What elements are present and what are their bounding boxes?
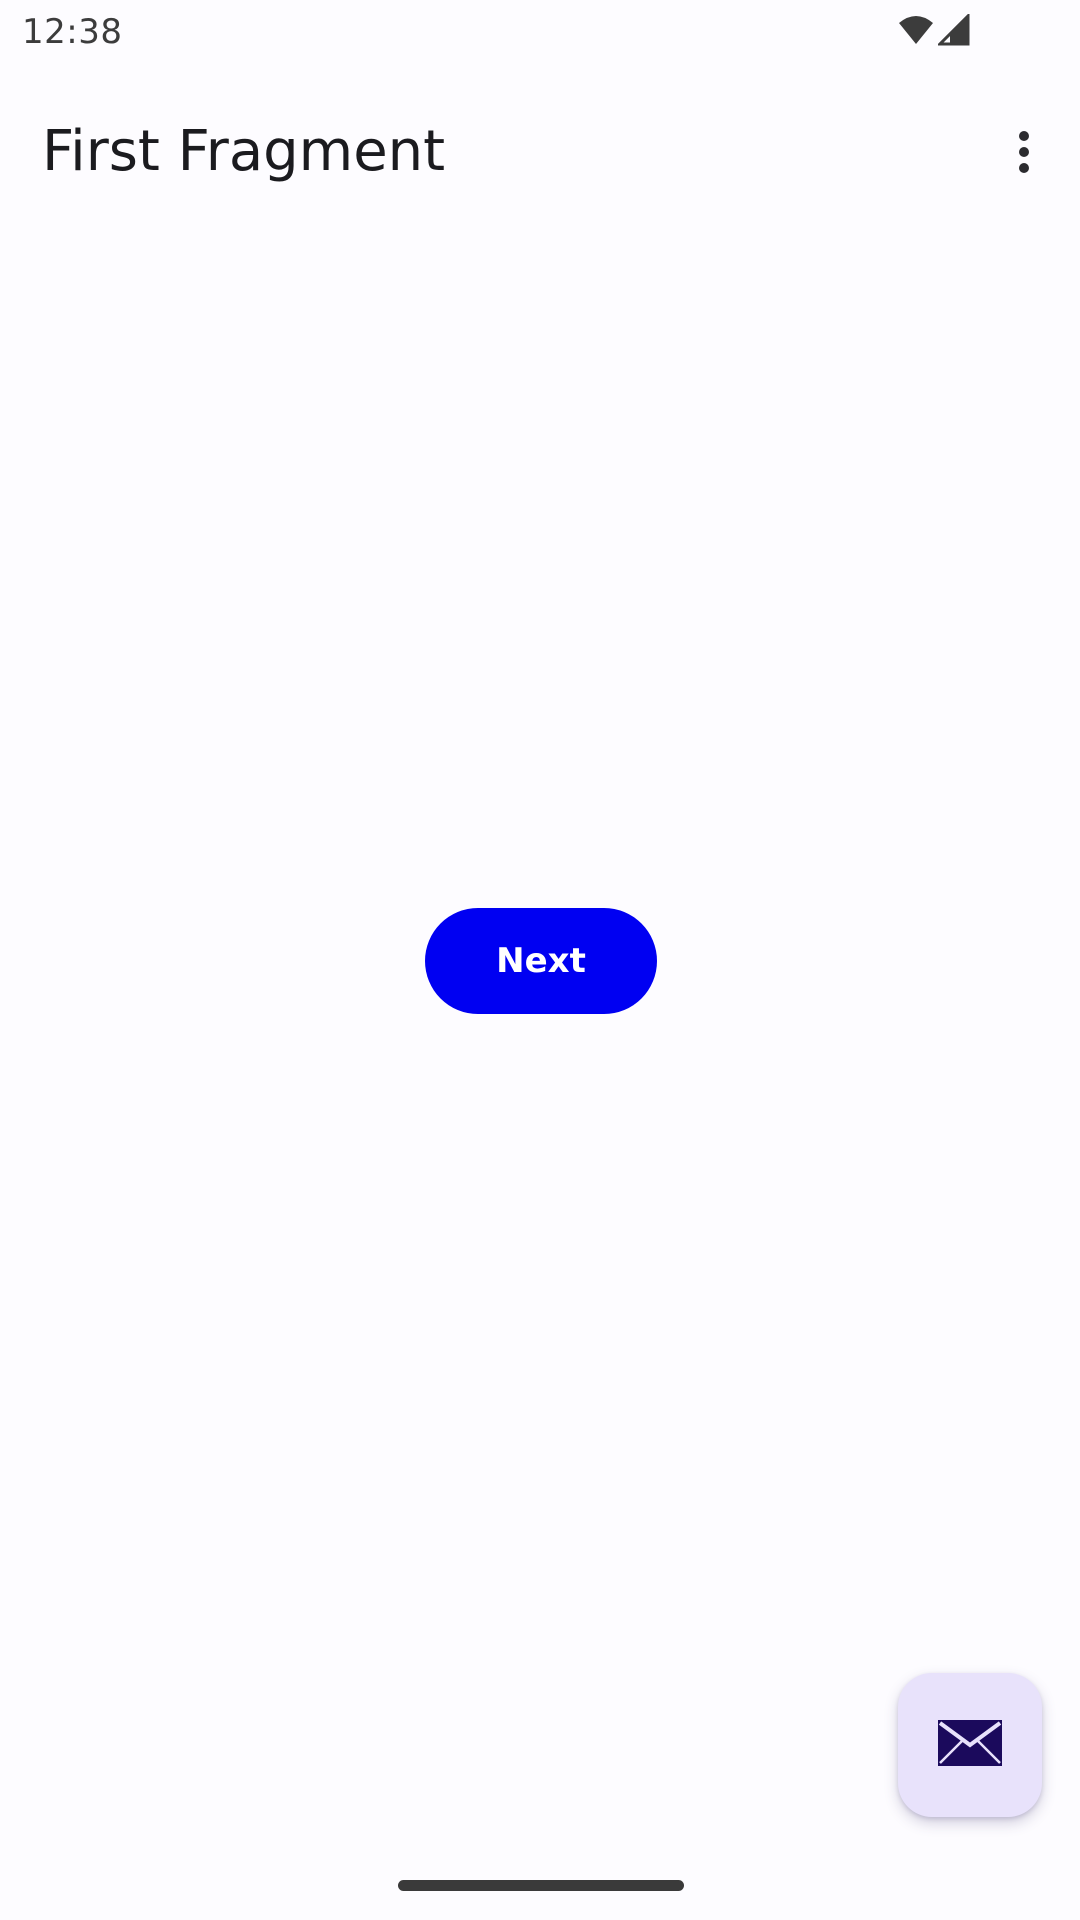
status-icons bbox=[898, 12, 970, 51]
email-fab[interactable] bbox=[898, 1673, 1042, 1817]
overflow-menu-button[interactable] bbox=[984, 104, 1064, 204]
more-vert-icon bbox=[1016, 130, 1032, 179]
email-icon bbox=[937, 1719, 1003, 1772]
status-time: 12:38 bbox=[22, 12, 123, 52]
app-bar-title: First Fragment bbox=[42, 119, 446, 184]
top-app-bar: First Fragment bbox=[0, 64, 1080, 240]
cell-signal-icon bbox=[936, 12, 970, 51]
app-screen: 12:38 First Fragment Next bbox=[0, 0, 1080, 1920]
wifi-icon bbox=[898, 14, 934, 51]
status-bar: 12:38 bbox=[0, 0, 1080, 64]
gesture-nav-handle[interactable] bbox=[398, 1880, 684, 1891]
next-button[interactable]: Next bbox=[425, 908, 657, 1014]
